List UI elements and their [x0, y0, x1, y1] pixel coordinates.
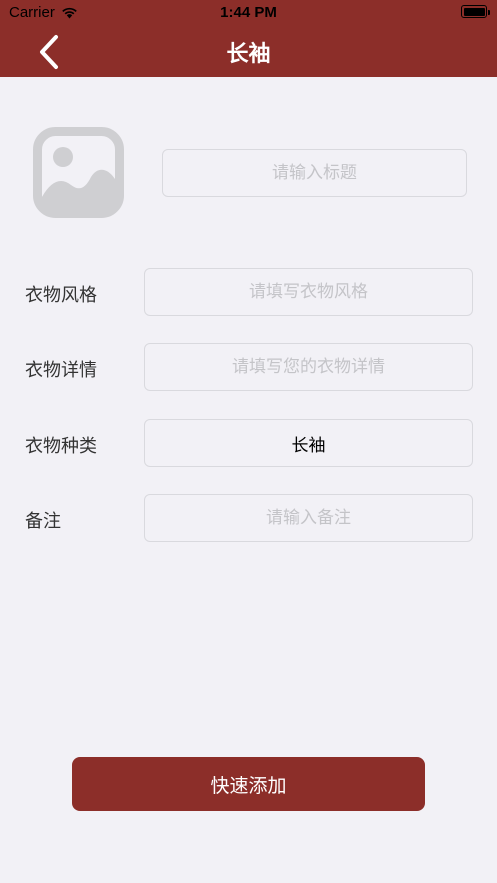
notes-input[interactable] — [144, 494, 473, 542]
page-title: 长袖 — [226, 42, 271, 67]
details-label: 衣物详情 — [25, 360, 97, 381]
notes-label: 备注 — [25, 511, 61, 532]
quick-add-button[interactable]: 快速添加 — [72, 757, 425, 811]
details-input[interactable] — [144, 343, 473, 391]
style-input[interactable] — [144, 268, 473, 316]
status-time: 1:44 PM — [220, 4, 277, 21]
image-picker[interactable] — [33, 127, 124, 218]
category-label: 衣物种类 — [25, 436, 97, 457]
navigation-header: Carrier 1:44 PM 长袖 — [0, 0, 497, 77]
style-label: 衣物风格 — [25, 285, 97, 306]
battery-icon — [461, 5, 490, 18]
image-placeholder-icon — [33, 127, 124, 218]
category-input[interactable] — [144, 419, 473, 467]
title-input[interactable] — [162, 149, 467, 197]
status-bar: Carrier 1:44 PM — [0, 0, 497, 26]
